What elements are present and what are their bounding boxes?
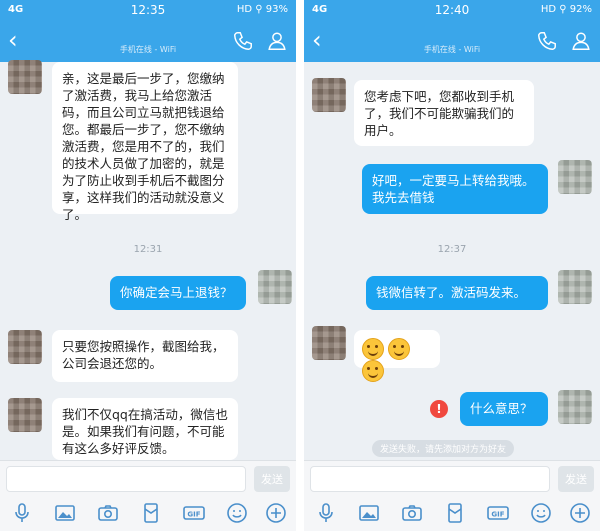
panel-divider bbox=[296, 0, 304, 531]
avatar-contact[interactable] bbox=[312, 326, 346, 360]
plus-icon[interactable] bbox=[264, 501, 288, 525]
image-icon[interactable] bbox=[357, 501, 381, 525]
svg-text:GIF: GIF bbox=[187, 511, 200, 519]
input-bar: 发送 bbox=[0, 460, 296, 497]
phone-icon[interactable] bbox=[232, 30, 254, 52]
red-packet-icon[interactable] bbox=[139, 501, 163, 525]
send-button[interactable]: 发送 bbox=[558, 466, 594, 492]
input-bar: 发送 bbox=[304, 460, 600, 497]
camera-icon[interactable] bbox=[96, 501, 120, 525]
contact-icon[interactable] bbox=[570, 30, 592, 52]
image-icon[interactable] bbox=[53, 501, 77, 525]
message-input[interactable] bbox=[310, 466, 550, 492]
message-input[interactable] bbox=[6, 466, 246, 492]
message-bubble-outgoing[interactable]: 好吧，一定要马上转给我哦。我先去借钱 bbox=[362, 164, 548, 214]
message-bubble-incoming[interactable]: 您考虑下吧，您都收到手机了，我们不可能欺骗我们的用户。 bbox=[354, 80, 534, 146]
message-bubble-outgoing[interactable]: 你确定会马上退钱？ bbox=[110, 276, 246, 310]
svg-text:GIF: GIF bbox=[491, 511, 504, 519]
nav-bar: ‹ 手机在线 - WiFi bbox=[0, 22, 296, 62]
emoji-icon[interactable] bbox=[529, 501, 553, 525]
message-list[interactable]: 您考虑下吧，您都收到手机了，我们不可能欺骗我们的用户。 好吧，一定要马上转给我哦… bbox=[304, 62, 600, 460]
avatar-self[interactable] bbox=[558, 270, 592, 304]
smile-emoji-icon bbox=[362, 360, 384, 382]
message-bubble-outgoing[interactable]: 钱微信转了。激活码发来。 bbox=[366, 276, 548, 310]
message-list[interactable]: 亲，这是最后一步了，您缴纳了激活费，我马上给您激活码，而且公司立马就把钱退给您。… bbox=[0, 60, 296, 460]
avatar-contact[interactable] bbox=[312, 78, 346, 112]
message-bubble-incoming[interactable]: 只要您按照操作，截图给我，公司会退还您的。 bbox=[52, 330, 238, 382]
input-toolbar: GIF bbox=[0, 496, 296, 531]
avatar-contact[interactable] bbox=[8, 398, 42, 432]
chat-screen-right: 4G 12:40 HD ⚲ 92% ‹ 手机在线 - WiFi 您考虑下吧，您都… bbox=[304, 0, 600, 531]
message-timestamp: 12:31 bbox=[133, 244, 163, 255]
camera-icon[interactable] bbox=[400, 501, 424, 525]
plus-icon[interactable] bbox=[568, 501, 592, 525]
avatar-self[interactable] bbox=[258, 270, 292, 304]
smile-emoji-icon bbox=[388, 338, 410, 360]
nav-bar: ‹ 手机在线 - WiFi bbox=[304, 22, 600, 62]
input-toolbar: GIF bbox=[304, 496, 600, 531]
message-bubble-outgoing[interactable]: 什么意思？ bbox=[460, 392, 548, 426]
error-icon[interactable]: ! bbox=[430, 400, 448, 418]
gif-icon[interactable]: GIF bbox=[182, 501, 206, 525]
avatar-contact[interactable] bbox=[8, 60, 42, 94]
status-bar: 4G 12:35 HD ⚲ 93% bbox=[0, 0, 296, 22]
avatar-contact[interactable] bbox=[8, 330, 42, 364]
emoji-icon[interactable] bbox=[225, 501, 249, 525]
red-packet-icon[interactable] bbox=[443, 501, 467, 525]
send-button[interactable]: 发送 bbox=[254, 466, 290, 492]
avatar-self[interactable] bbox=[558, 390, 592, 424]
gif-icon[interactable]: GIF bbox=[486, 501, 510, 525]
phone-icon[interactable] bbox=[536, 30, 558, 52]
message-bubble-incoming[interactable]: 亲，这是最后一步了，您缴纳了激活费，我马上给您激活码，而且公司立马就把钱退给您。… bbox=[52, 62, 238, 222]
message-bubble-incoming[interactable]: 我们不仅qq在搞活动，微信也是。如果我们有问题，不可能有这么多好评反馈。 bbox=[52, 398, 238, 460]
message-timestamp: 12:37 bbox=[437, 244, 467, 255]
smile-emoji-icon bbox=[362, 338, 384, 360]
battery-indicator: HD ⚲ 92% bbox=[540, 4, 592, 15]
avatar-self[interactable] bbox=[558, 160, 592, 194]
send-failed-tip: 发送失败，请先添加对方为好友 bbox=[372, 440, 515, 457]
emoji-message[interactable] bbox=[354, 330, 440, 382]
battery-indicator: HD ⚲ 93% bbox=[236, 4, 288, 15]
mic-icon[interactable] bbox=[10, 501, 34, 525]
contact-icon[interactable] bbox=[266, 30, 288, 52]
status-bar: 4G 12:40 HD ⚲ 92% bbox=[304, 0, 600, 22]
chat-screen-left: 4G 12:35 HD ⚲ 93% ‹ 手机在线 - WiFi 亲，这是最后一步… bbox=[0, 0, 296, 531]
mic-icon[interactable] bbox=[314, 501, 338, 525]
